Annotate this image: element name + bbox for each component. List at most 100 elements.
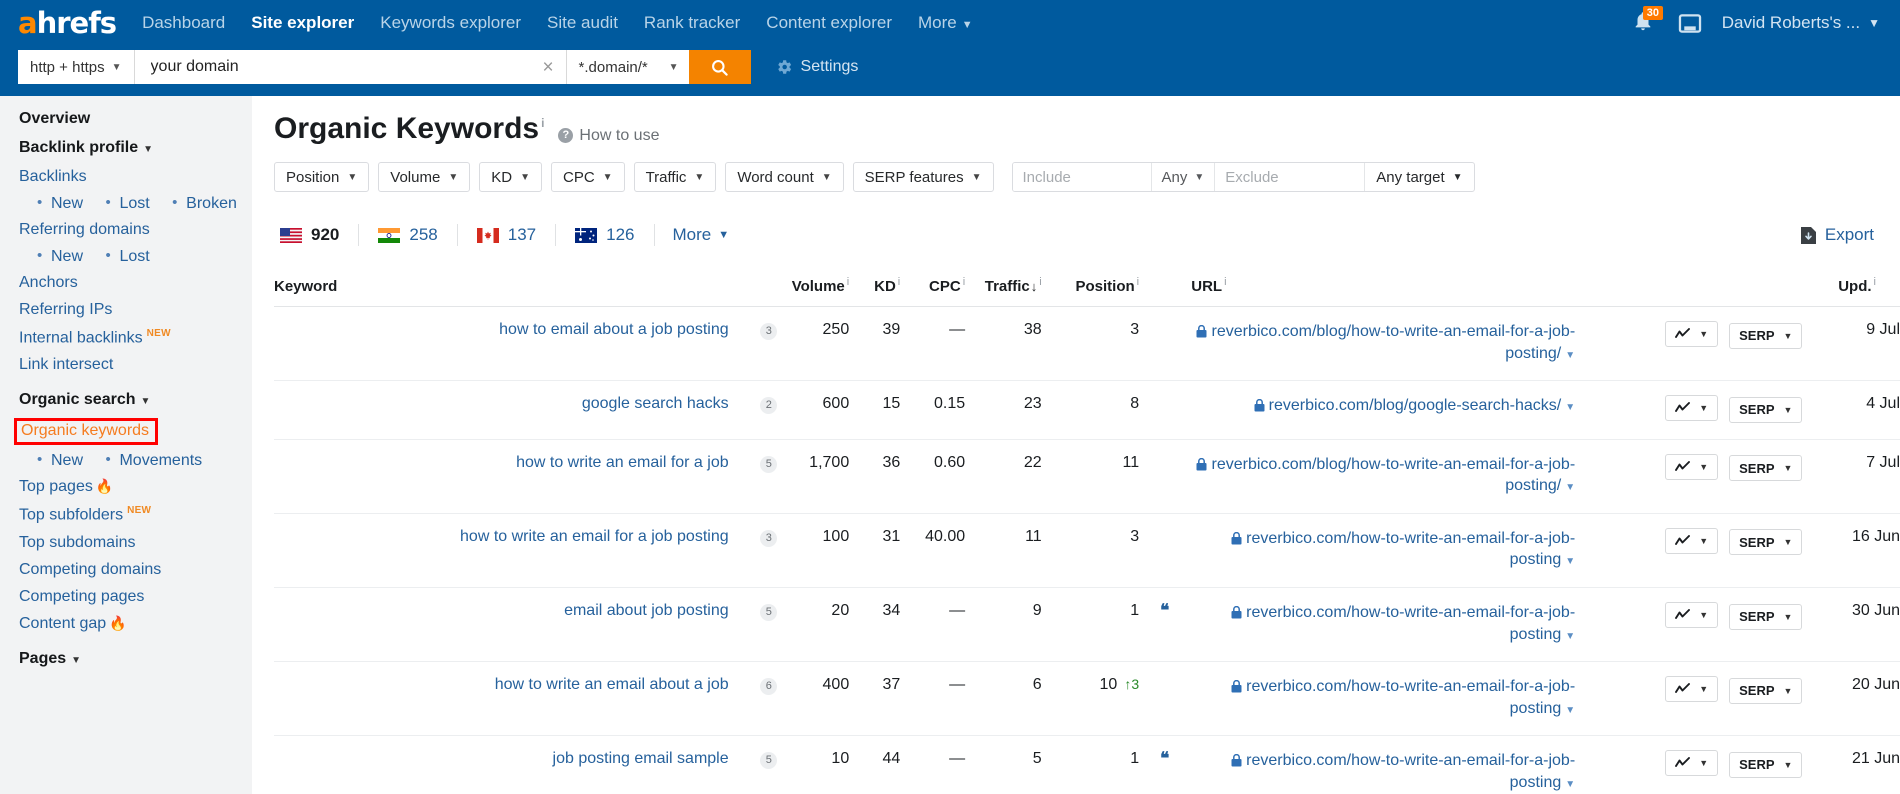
nav-link-rank-tracker[interactable]: Rank tracker [644,13,740,33]
info-icon[interactable]: i [963,276,965,288]
country-tab-in[interactable]: 258 [359,224,458,246]
url-link[interactable]: reverbico.com/how-to-write-an-email-for-… [1246,530,1575,569]
url-link[interactable]: reverbico.com/how-to-write-an-email-for-… [1246,604,1575,643]
chevron-down-icon[interactable]: ▼ [1565,482,1575,493]
nav-link-more[interactable]: More ▼ [918,13,973,33]
sidebar-item-backlinks-broken[interactable]: Broken [172,195,237,212]
sidebar-item-anchors[interactable]: Anchors [19,274,252,292]
featured-snippet-icon[interactable]: ❝ [1160,750,1169,767]
include-match-mode[interactable]: Any ▼ [1150,163,1215,191]
sidebar-item-organic-keywords-movements[interactable]: Movements [105,452,202,469]
sidebar-item-top-pages[interactable]: Top pages 🔥 [19,478,252,496]
metrics-chart-button[interactable]: ▼ [1665,527,1719,554]
featured-snippet-icon[interactable]: ❝ [1160,602,1169,619]
col-position[interactable]: Position i [1041,266,1140,307]
url-link[interactable]: reverbico.com/blog/google-search-hacks/ [1269,397,1562,414]
keyword-link[interactable]: how to write an email for a job [516,454,729,471]
sidebar-item-referring-ips[interactable]: Referring IPs [19,301,252,319]
sidebar-item-backlinks-new[interactable]: New [37,195,83,212]
metrics-chart-button[interactable]: ▼ [1665,602,1719,629]
sidebar-group-pages[interactable]: Pages ▼ [19,650,252,668]
sidebar-item-link-intersect[interactable]: Link intersect [19,356,252,374]
col-url[interactable]: URL i [1169,266,1576,307]
info-icon[interactable]: i [1137,276,1139,288]
country-tab-us[interactable]: 920 [274,224,360,246]
serp-feature-count-badge[interactable]: 5 [760,455,778,473]
sidebar-item-competing-pages[interactable]: Competing pages [19,588,252,606]
filter-cpc[interactable]: CPC ▼ [550,162,625,192]
export-button[interactable]: Export [1800,225,1874,245]
col-traffic[interactable]: Traffic↓ i [965,266,1042,307]
metrics-chart-button[interactable]: ▼ [1665,321,1719,347]
serp-button[interactable]: SERP ▼ [1729,396,1803,423]
serp-button[interactable]: SERP ▼ [1729,603,1803,630]
serp-button[interactable]: SERP ▼ [1729,322,1803,349]
keyword-link[interactable]: how to email about a job posting [499,321,728,338]
chevron-down-icon[interactable]: ▼ [1565,631,1575,642]
country-tab-au[interactable]: 126 [556,224,655,246]
url-link[interactable]: reverbico.com/blog/how-to-write-an-email… [1211,456,1575,495]
serp-button[interactable]: SERP ▼ [1729,677,1803,704]
more-countries-button[interactable]: More ▼ [655,225,748,245]
col-kd[interactable]: KD i [849,266,901,307]
notifications-button[interactable]: 30 [1632,6,1663,36]
serp-feature-count-badge[interactable]: 6 [760,678,778,696]
nav-link-site-audit[interactable]: Site audit [547,13,618,33]
keyword-link[interactable]: google search hacks [582,395,729,412]
user-menu[interactable]: David Roberts's ... ▼ [1722,13,1880,33]
col-updated[interactable]: Upd. i [1802,266,1900,307]
serp-feature-count-badge[interactable]: 5 [760,752,778,770]
messages-button[interactable] [1678,13,1702,34]
exclude-input[interactable] [1214,163,1365,191]
sidebar-item-referring-domains[interactable]: Referring domains [19,221,252,239]
sidebar-item-organic-keywords-new[interactable]: New [37,452,83,469]
nav-link-content-explorer[interactable]: Content explorer [766,13,892,33]
nav-link-dashboard[interactable]: Dashboard [142,13,225,33]
serp-feature-count-badge[interactable]: 5 [760,604,778,622]
sidebar-group-organic-search[interactable]: Organic search ▼ [19,391,252,409]
chevron-down-icon[interactable]: ▼ [1565,556,1575,567]
filter-volume[interactable]: Volume ▼ [378,162,471,192]
sidebar-item-top-subfolders[interactable]: Top subfolders NEW [19,505,252,524]
metrics-chart-button[interactable]: ▼ [1665,676,1719,703]
col-cpc[interactable]: CPC i [900,266,966,307]
how-to-use-link[interactable]: ? How to use [558,127,659,145]
info-icon[interactable]: i [898,276,900,288]
info-icon[interactable]: i [1039,276,1041,288]
chevron-down-icon[interactable]: ▼ [1565,779,1575,790]
chevron-down-icon[interactable]: ▼ [1565,705,1575,716]
sidebar-item-content-gap[interactable]: Content gap 🔥 [19,615,252,633]
settings-button[interactable]: Settings [775,58,858,76]
info-icon[interactable]: i [1874,276,1876,288]
sidebar-item-competing-domains[interactable]: Competing domains [19,561,252,579]
sidebar-item-internal-backlinks[interactable]: Internal backlinks NEW [19,328,252,347]
serp-feature-count-badge[interactable]: 3 [760,529,778,547]
info-icon[interactable]: i [1224,276,1226,288]
url-link[interactable]: reverbico.com/blog/how-to-write-an-email… [1211,323,1575,362]
search-mode-selector[interactable]: *.domain/* ▼ [566,50,689,84]
serp-button[interactable]: SERP ▼ [1729,751,1803,778]
serp-button[interactable]: SERP ▼ [1729,455,1803,482]
metrics-chart-button[interactable]: ▼ [1665,750,1719,777]
url-link[interactable]: reverbico.com/how-to-write-an-email-for-… [1246,678,1575,717]
filter-serp-features[interactable]: SERP features ▼ [852,162,994,192]
sidebar-group-backlink-profile[interactable]: Backlink profile ▼ [19,139,252,157]
serp-feature-count-badge[interactable]: 3 [760,323,778,340]
include-input[interactable] [1012,163,1151,191]
target-selector[interactable]: Any target ▼ [1364,163,1473,191]
clear-search-icon[interactable]: × [538,58,557,77]
nav-link-keywords-explorer[interactable]: Keywords explorer [380,13,521,33]
col-volume[interactable]: Volume i [777,266,850,307]
search-input[interactable] [148,57,539,77]
serp-feature-count-badge[interactable]: 2 [760,397,778,415]
filter-traffic[interactable]: Traffic ▼ [633,162,717,192]
keyword-link[interactable]: how to write an email for a job posting [460,528,729,545]
sidebar-item-organic-keywords[interactable]: Organic keywords [14,418,159,446]
filter-kd[interactable]: KD ▼ [479,162,542,192]
info-icon[interactable]: i [541,116,544,130]
chevron-down-icon[interactable]: ▼ [1565,402,1575,413]
url-link[interactable]: reverbico.com/how-to-write-an-email-for-… [1246,752,1575,791]
ahrefs-logo[interactable]: ahrefs [18,8,117,38]
serp-button[interactable]: SERP ▼ [1729,529,1803,556]
sidebar-item-backlinks-lost[interactable]: Lost [105,195,149,212]
